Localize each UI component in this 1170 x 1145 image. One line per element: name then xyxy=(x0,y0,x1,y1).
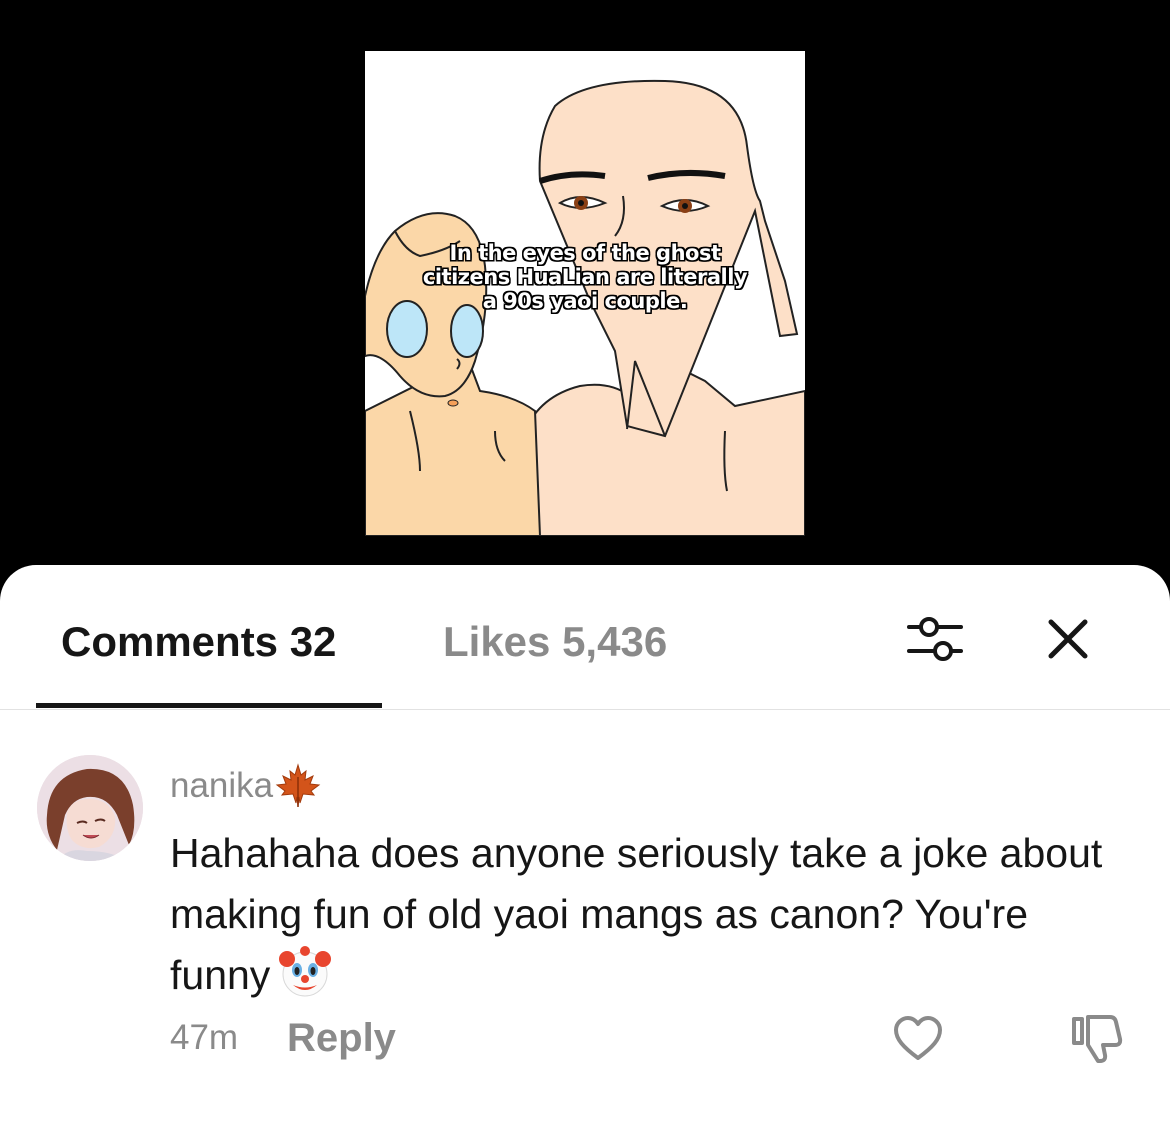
comment-body: Hahahaha does anyone seriously take a jo… xyxy=(170,823,1130,1006)
tab-likes[interactable]: Likes 5,436 xyxy=(443,617,667,667)
comment-timestamp: 47m xyxy=(170,1018,239,1057)
heart-icon[interactable] xyxy=(893,1015,943,1063)
meme-image: In the eyes of the ghost citizens HuaLia… xyxy=(365,51,805,536)
active-tab-indicator xyxy=(36,703,382,708)
caption-line: citizens HuaLian are literally xyxy=(422,265,748,289)
caption-line: a 90s yaoi couple. xyxy=(482,289,688,313)
reply-button[interactable]: Reply xyxy=(287,1016,396,1061)
username-text: nanika xyxy=(170,766,274,805)
meme-caption: In the eyes of the ghost citizens HuaLia… xyxy=(365,241,805,313)
comments-sheet: Comments 32 Likes 5,436 nanika Hahahaha … xyxy=(0,565,1170,1145)
avatar[interactable] xyxy=(37,755,143,861)
avatar-image xyxy=(37,755,143,861)
clown-face-icon xyxy=(279,946,332,997)
filter-icon[interactable] xyxy=(905,613,965,663)
tab-bar: Comments 32 Likes 5,436 xyxy=(0,565,1170,710)
comment-username[interactable]: nanika xyxy=(170,763,321,809)
close-icon[interactable] xyxy=(1046,617,1090,661)
comment-item: nanika Hahahaha does anyone seriously ta… xyxy=(0,745,1170,1105)
video-player[interactable]: In the eyes of the ghost citizens HuaLia… xyxy=(0,0,1170,600)
caption-line: In the eyes of the ghost xyxy=(449,241,721,265)
tab-comments[interactable]: Comments 32 xyxy=(61,617,336,667)
dislike-icon[interactable] xyxy=(1070,1013,1124,1065)
maple-leaf-icon xyxy=(275,763,321,808)
